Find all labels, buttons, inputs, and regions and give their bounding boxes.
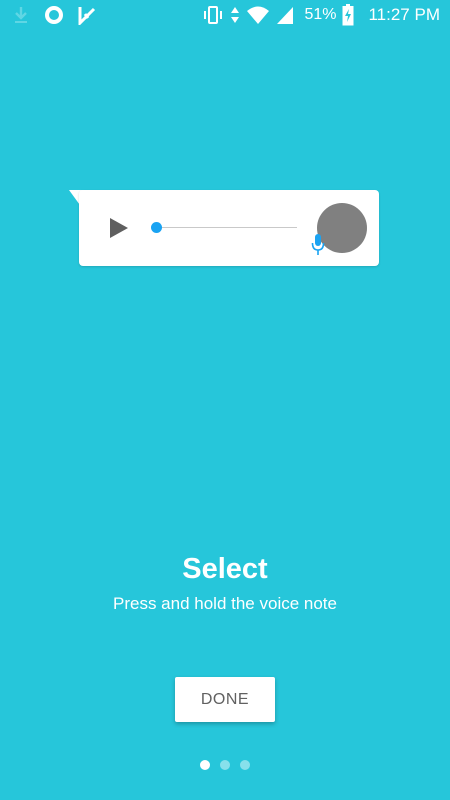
page-dot-1[interactable]	[200, 760, 210, 770]
checkmark-app-icon	[78, 5, 96, 25]
download-icon	[12, 5, 30, 25]
page-subtitle: Press and hold the voice note	[113, 594, 337, 613]
battery-percentage: 51%	[304, 6, 337, 23]
signal-icon	[276, 5, 294, 25]
seek-thumb[interactable]	[151, 222, 162, 233]
seek-track[interactable]	[159, 227, 297, 228]
wifi-icon	[246, 5, 270, 25]
page-dot-3[interactable]	[240, 760, 250, 770]
status-time: 11:27 PM	[368, 5, 440, 24]
done-button[interactable]: DONE	[175, 677, 275, 722]
circle-app-icon	[44, 5, 64, 25]
battery-charging-icon	[342, 4, 354, 26]
vibrate-icon	[202, 5, 224, 25]
page-indicator	[200, 760, 250, 770]
status-right-icons: 51% 11:27 PM	[202, 4, 440, 26]
status-left-icons	[12, 5, 96, 25]
status-bar: 51% 11:27 PM	[0, 0, 450, 32]
play-icon[interactable]	[109, 217, 129, 239]
data-arrows-icon	[230, 5, 240, 25]
microphone-icon	[311, 234, 325, 256]
page-title: Select	[182, 553, 268, 585]
voice-note-bubble	[69, 190, 381, 268]
page-dot-2[interactable]	[220, 760, 230, 770]
voice-note-card[interactable]	[79, 190, 379, 266]
